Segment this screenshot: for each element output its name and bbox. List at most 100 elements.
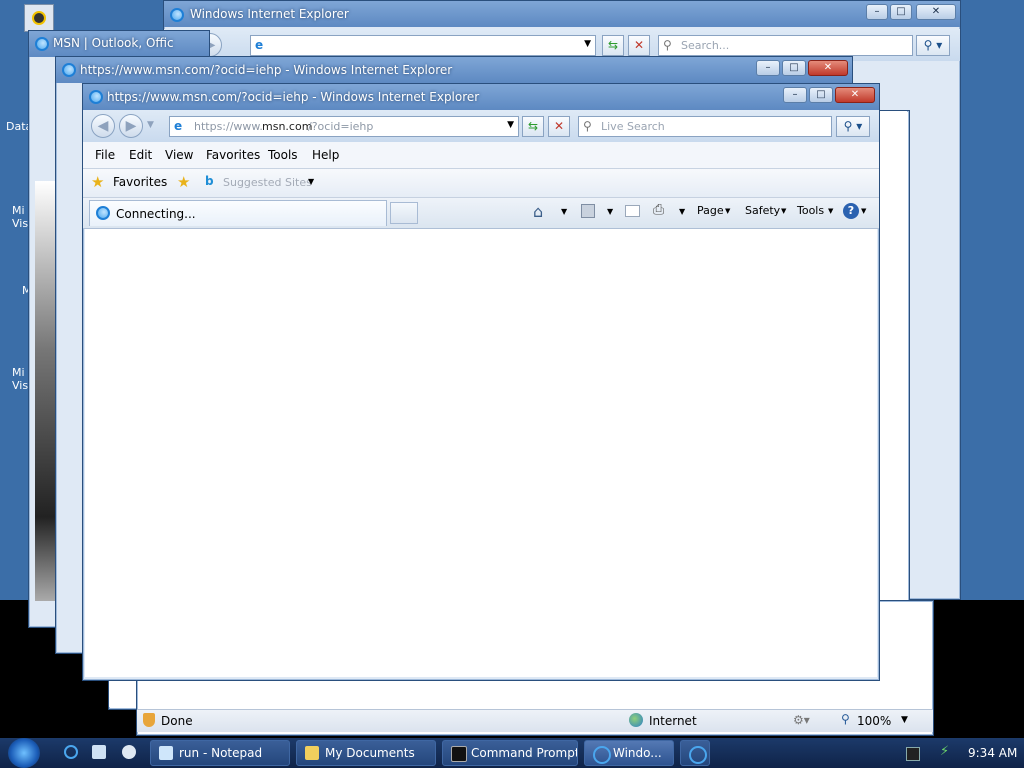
suggested-sites-link[interactable]: Suggested Sites	[223, 176, 312, 189]
taskbar-button-notepad[interactable]: run - Notepad	[150, 740, 290, 766]
chevron-down-icon[interactable]: ▼	[561, 207, 567, 216]
taskbar-button-label: run - Notepad	[179, 746, 263, 760]
close-button[interactable]: ✕	[835, 87, 875, 103]
tab-current[interactable]: Connecting...	[89, 200, 387, 226]
forward-button[interactable]: ▶	[119, 114, 143, 138]
title-bar[interactable]: MSN | Outlook, Offic	[29, 31, 209, 57]
start-button[interactable]	[8, 738, 40, 768]
ie-logo-icon	[170, 8, 184, 22]
mail-icon[interactable]	[625, 205, 640, 217]
new-tab-button[interactable]	[390, 202, 418, 224]
maximize-button[interactable]: □	[782, 60, 806, 76]
command-prompt-icon	[451, 746, 467, 762]
ie-logo-icon	[62, 63, 76, 77]
minimize-button[interactable]: –	[783, 87, 807, 103]
window-title: MSN | Outlook, Offic	[53, 36, 174, 50]
refresh-button[interactable]: ⇆	[522, 116, 544, 137]
status-text: Done	[161, 714, 193, 728]
address-suffix: /?ocid=iehp	[308, 120, 374, 133]
ie-quicklaunch-icon[interactable]	[64, 745, 78, 759]
taskbar-button-label: Command Prompt	[471, 746, 578, 760]
search-input[interactable]: ⚲ Live Search	[578, 116, 832, 137]
favorites-button[interactable]: Favorites	[113, 175, 167, 189]
close-button[interactable]: ✕	[916, 4, 956, 20]
chevron-down-icon: ▼	[828, 207, 834, 215]
search-icon: ⚲	[583, 119, 592, 133]
menu-view[interactable]: View	[165, 148, 193, 162]
chevron-down-icon: ▼	[781, 207, 787, 215]
title-bar[interactable]: https://www.msn.com/?ocid=iehp - Windows…	[56, 57, 852, 83]
menu-file[interactable]: File	[95, 148, 115, 162]
title-bar[interactable]: Windows Internet Explorer – □ ✕	[164, 1, 960, 27]
page-content	[85, 229, 877, 677]
menu-bar: File Edit View Favorites Tools Help	[83, 142, 879, 169]
search-placeholder: Live Search	[601, 120, 665, 133]
ie-logo-icon	[689, 746, 707, 764]
search-icon: ⚲	[663, 38, 672, 52]
zoom-level[interactable]: 100%	[857, 714, 891, 728]
menu-tools[interactable]: Tools	[268, 148, 298, 162]
stop-button[interactable]: ✕	[548, 116, 570, 137]
recent-pages-chevron-icon[interactable]: ▼	[147, 120, 154, 130]
desktop-icon-label[interactable]: Mi Vis	[12, 204, 28, 230]
clock[interactable]: 9:34 AM	[968, 746, 1017, 760]
back-button[interactable]: ◀	[91, 114, 115, 138]
chevron-down-icon[interactable]: ▼	[584, 39, 591, 49]
chevron-down-icon[interactable]: ▼	[901, 715, 908, 725]
zone-label: Internet	[649, 714, 697, 728]
add-favorite-icon[interactable]: ★	[177, 173, 190, 191]
search-input[interactable]: ⚲ Search...	[658, 35, 913, 56]
search-button[interactable]: ⚲ ▾	[836, 116, 870, 137]
taskbar-button-label: My Documents	[325, 746, 415, 760]
desktop-app-icon[interactable]	[24, 4, 54, 32]
bing-icon: b	[205, 174, 214, 188]
search-button[interactable]: ⚲ ▾	[916, 35, 950, 56]
explorer-quicklaunch-icon[interactable]	[92, 745, 106, 759]
chevron-down-icon[interactable]: ▼	[679, 207, 685, 216]
close-button[interactable]: ✕	[808, 60, 848, 76]
ie-window-front[interactable]: https://www.msn.com/?ocid=iehp - Windows…	[82, 83, 880, 681]
taskbar-button-ie[interactable]: Windo...	[584, 740, 674, 766]
help-icon[interactable]: ?	[843, 203, 859, 219]
page-menu[interactable]: Page	[697, 204, 724, 217]
print-icon[interactable]: ⎙	[653, 202, 664, 218]
chevron-down-icon[interactable]: ▼	[861, 207, 866, 215]
maximize-button[interactable]: □	[890, 4, 912, 20]
chevron-down-icon[interactable]: ▼	[507, 120, 514, 130]
menu-help[interactable]: Help	[312, 148, 339, 162]
ie-logo-icon	[96, 206, 110, 220]
taskbar-button-command-prompt[interactable]: Command Prompt	[442, 740, 578, 766]
safety-menu[interactable]: Safety	[745, 204, 780, 217]
refresh-button[interactable]: ⇆	[602, 35, 624, 56]
home-icon[interactable]: ⌂	[533, 202, 543, 221]
taskbar-button-label: Windo...	[613, 746, 662, 760]
network-icon[interactable]: ⚡	[940, 744, 949, 759]
keyboard-icon[interactable]	[906, 747, 920, 761]
protected-mode-icon[interactable]: ⚙▾	[793, 713, 810, 727]
taskbar-button-my-documents[interactable]: My Documents	[296, 740, 436, 766]
favorites-star-icon: ★	[91, 173, 105, 191]
address-domain: msn.com	[262, 120, 313, 133]
zone-globe-icon	[629, 713, 643, 727]
menu-edit[interactable]: Edit	[129, 148, 152, 162]
minimize-button[interactable]: –	[756, 60, 780, 76]
feeds-icon[interactable]	[581, 204, 595, 218]
address-bar[interactable]: e https://www. msn.com /?ocid=iehp ▼	[169, 116, 519, 137]
title-bar[interactable]: https://www.msn.com/?ocid=iehp - Windows…	[83, 84, 879, 110]
chevron-down-icon[interactable]: ▼	[607, 207, 613, 216]
window-title: Windows Internet Explorer	[190, 7, 349, 21]
page-icon: e	[255, 38, 264, 52]
window-title: https://www.msn.com/?ocid=iehp - Windows…	[107, 90, 480, 104]
desktop-icon-label[interactable]: Mi Vis	[12, 366, 28, 392]
address-bar[interactable]: e ▼	[250, 35, 596, 56]
maximize-button[interactable]: □	[809, 87, 833, 103]
menu-favorites[interactable]: Favorites	[206, 148, 260, 162]
stop-button[interactable]: ✕	[628, 35, 650, 56]
folder-icon	[305, 746, 319, 760]
chevron-down-icon[interactable]: ▼	[308, 177, 314, 186]
minimize-button[interactable]: –	[866, 4, 888, 20]
media-quicklaunch-icon[interactable]	[122, 745, 136, 759]
tools-menu[interactable]: Tools	[797, 204, 824, 217]
taskbar-button-ie-group[interactable]	[680, 740, 710, 766]
status-bar: Done Internet ⚙▾ ⚲ 100% ▼	[137, 709, 933, 732]
